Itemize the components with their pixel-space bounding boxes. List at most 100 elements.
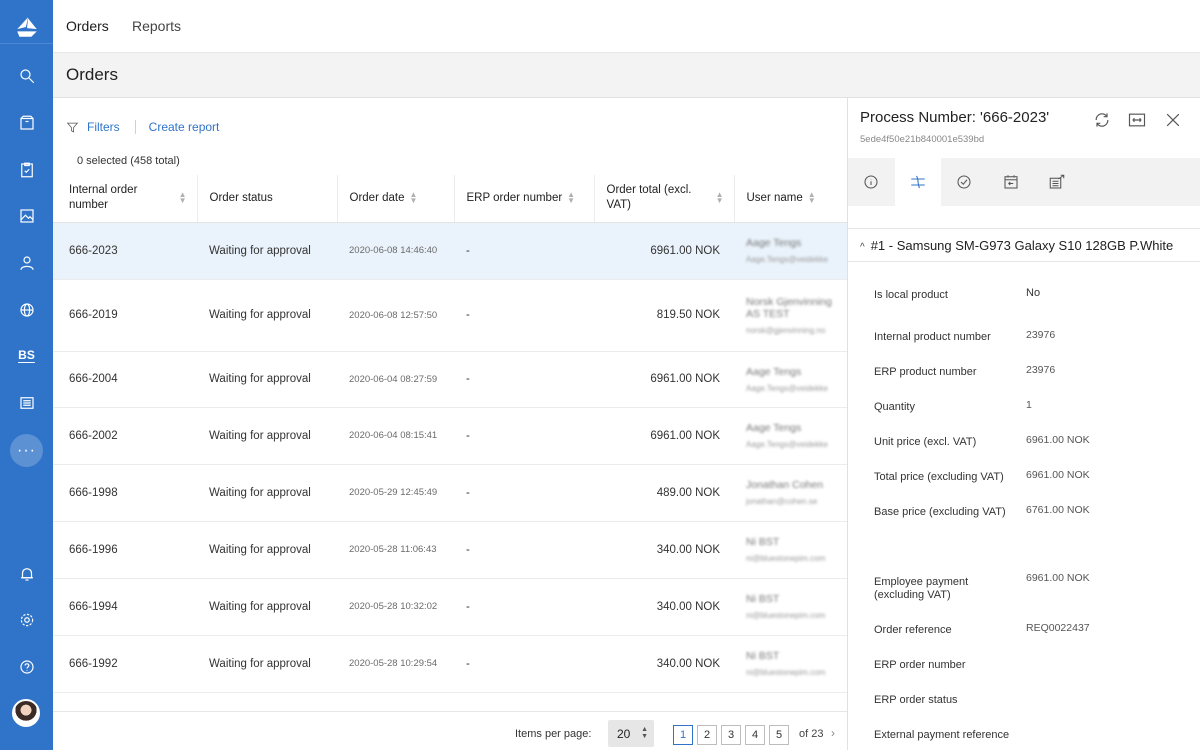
filter-icon[interactable] [66, 121, 79, 134]
column-header-label: Order date [349, 191, 405, 204]
user-email: Aage.Tengs@veidekke [746, 255, 828, 264]
order-status-cell: Waiting for approval [197, 635, 337, 693]
table-row[interactable]: 666-1996 Waiting for approval 2020-05-28… [53, 521, 847, 579]
bell-icon[interactable] [0, 559, 53, 589]
column-header-internal-order-number[interactable]: Internal order number ▲ ▼ [53, 175, 197, 223]
table-row[interactable]: 666-1994 Waiting for approval 2020-05-28… [53, 578, 847, 636]
globe-icon[interactable] [0, 295, 53, 325]
order-total-cell: 6961.00 NOK [594, 222, 734, 280]
calendar-tab-icon[interactable] [988, 158, 1034, 206]
sidebar: BS ··· [0, 0, 53, 750]
create-report-button[interactable]: Create report [149, 120, 220, 134]
sort-icon[interactable]: ▲ ▼ [808, 190, 816, 204]
user-name: Ni BST [746, 536, 780, 548]
tab-orders[interactable]: Orders [66, 18, 109, 34]
user-name: Aage Tengs [746, 237, 802, 249]
help-icon[interactable] [0, 652, 53, 682]
items-per-page-select[interactable]: 20 ▲ ▼ [608, 720, 654, 747]
chevron-right-icon[interactable]: › [831, 726, 835, 740]
erp-order-cell: - [454, 351, 594, 408]
order-date-cell: 2020-06-04 08:27:59 [337, 351, 454, 408]
top-navigation: Orders Reports [53, 0, 1200, 53]
sort-icon[interactable]: ▲ ▼ [716, 191, 724, 205]
table-row[interactable]: 666-2004 Waiting for approval 2020-06-04… [53, 351, 847, 408]
export-tab-icon[interactable] [1034, 158, 1080, 206]
page-button-3[interactable]: 3 [721, 725, 741, 745]
clipboard-check-icon[interactable] [0, 155, 53, 185]
order-status-cell: Waiting for approval [197, 407, 337, 465]
column-header-label: User name [746, 191, 803, 204]
order-status-cell: Waiting for approval [197, 521, 337, 579]
table-row[interactable]: 666-2023 Waiting for approval 2020-06-08… [53, 222, 847, 280]
product-section-header[interactable]: ^ #1 - Samsung SM-G973 Galaxy S10 128GB P… [848, 228, 1200, 262]
order-total-cell: 819.50 NOK [594, 279, 734, 352]
app-logo-icon[interactable] [0, 10, 53, 44]
page-button-4[interactable]: 4 [745, 725, 765, 745]
order-total-cell: 340.00 NOK [594, 635, 734, 693]
column-header-order-total[interactable]: Order total (excl. VAT) ▲ ▼ [593, 175, 734, 223]
catalog-icon[interactable] [0, 388, 53, 418]
sort-icon[interactable]: ▲ ▼ [567, 190, 575, 204]
page-button-5[interactable]: 5 [769, 725, 789, 745]
field-label: Order reference [874, 624, 952, 636]
total-pages-label: of 23 [799, 728, 824, 740]
user-email: norsk@gjenvinning.no [746, 325, 826, 335]
approval-tab-icon[interactable] [941, 158, 987, 206]
order-status-cell: Waiting for approval [197, 279, 337, 352]
order-details-panel: Process Number: '666-2023' 5ede4f50e21b8… [847, 98, 1200, 750]
chevron-up-icon[interactable]: ^ [860, 242, 865, 253]
search-icon[interactable] [0, 61, 53, 91]
user-name-cell: Aage Tengs Aage.Tengs@veidekke [734, 351, 847, 408]
bs-label[interactable]: BS [0, 340, 53, 370]
order-number-cell: 666-1998 [53, 464, 197, 522]
order-date-cell: 2020-06-04 08:15:41 [337, 407, 454, 465]
panel-record-id: 5ede4f50e21b840001e539bd [860, 134, 985, 145]
column-header-label: Internal order number [69, 184, 138, 212]
table-row[interactable]: 666-2002 Waiting for approval 2020-06-04… [53, 407, 847, 465]
field-value: No [1026, 287, 1041, 299]
panel-tabs [848, 158, 1200, 206]
field-label: Employee payment (excluding VAT) [874, 576, 969, 601]
orders-box-icon[interactable] [0, 108, 53, 138]
field-label: ERP product number [874, 366, 977, 378]
product-heading: #1 - Samsung SM-G973 Galaxy S10 128GB P.… [870, 238, 1174, 253]
order-total-cell: 6961.00 NOK [594, 351, 734, 408]
order-status-cell: Waiting for approval [197, 222, 337, 280]
user-name-cell: Ni BST ni@bluestonepim.com [734, 521, 847, 579]
tab-reports[interactable]: Reports [132, 18, 181, 34]
order-date-cell: 2020-05-28 11:06:43 [337, 521, 454, 579]
field-value: 23976 [1026, 329, 1056, 341]
page-button-1[interactable]: 1 [673, 725, 693, 745]
table-row[interactable]: 666-2019 Waiting for approval 2020-06-08… [53, 279, 847, 352]
sort-icon[interactable]: ▲ ▼ [179, 191, 187, 205]
order-number-cell: 666-2002 [53, 407, 197, 465]
refresh-icon[interactable] [1092, 110, 1114, 132]
column-header-erp-order-number[interactable]: ERP order number ▲ ▼ [453, 175, 594, 223]
image-icon[interactable] [0, 201, 53, 231]
order-date-cell: 2020-05-29 12:45:49 [337, 464, 454, 522]
field-label: Unit price (excl. VAT) [874, 436, 977, 448]
column-header-order-date[interactable]: Order date ▲ ▼ [336, 175, 454, 223]
user-email: ni@bluestonepim.com [746, 611, 826, 620]
erp-order-cell: - [454, 578, 594, 636]
info-tab-icon[interactable] [848, 158, 894, 206]
expand-icon[interactable] [1127, 110, 1149, 132]
order-number-cell: 666-2004 [53, 351, 197, 408]
user-email: Aage.Tengs@veidekke [746, 440, 828, 449]
column-header-user-name[interactable]: User name ▲ ▼ [733, 175, 847, 223]
table-row[interactable]: 666-1992 Waiting for approval 2020-05-28… [53, 635, 847, 693]
table-row[interactable]: 666-1998 Waiting for approval 2020-05-29… [53, 464, 847, 522]
order-total-cell: 340.00 NOK [594, 521, 734, 579]
close-icon[interactable] [1163, 110, 1185, 132]
filters-button[interactable]: Filters [87, 120, 120, 134]
page-button-2[interactable]: 2 [697, 725, 717, 745]
user-icon[interactable] [0, 248, 53, 278]
field-label: ERP order number [874, 659, 966, 671]
column-header-order-status[interactable]: Order status [196, 175, 337, 223]
process-tab-icon[interactable] [895, 158, 941, 206]
gear-icon[interactable] [0, 605, 53, 635]
more-menu-button[interactable]: ··· [10, 434, 43, 467]
avatar[interactable] [12, 699, 40, 727]
field-label: Is local product [874, 289, 948, 301]
sort-icon[interactable]: ▲ ▼ [409, 190, 417, 204]
